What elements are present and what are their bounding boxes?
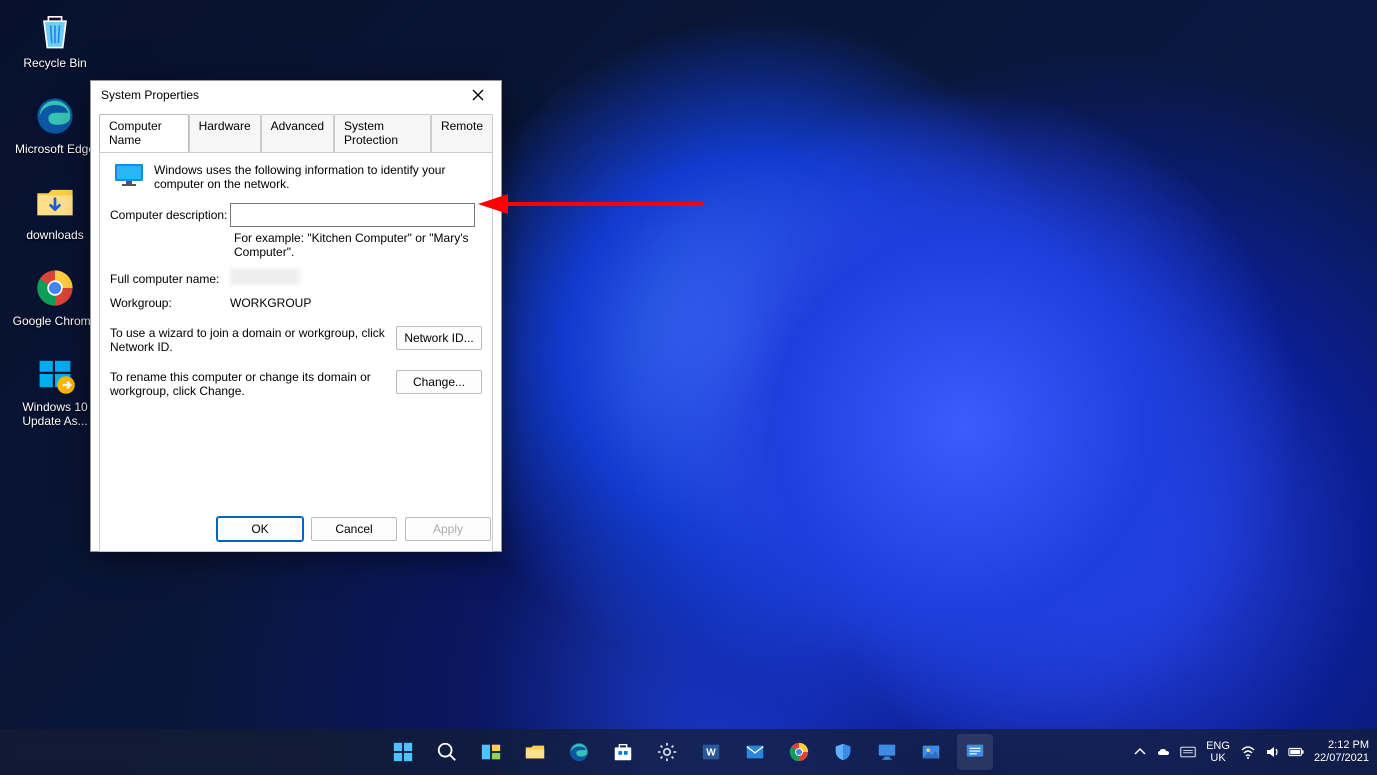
task-view-button[interactable] <box>473 734 509 770</box>
tab-page-computer-name: Windows uses the following information t… <box>99 152 493 552</box>
shield-icon <box>832 741 854 763</box>
wifi-icon <box>1240 744 1256 760</box>
svg-text:W: W <box>706 748 716 759</box>
recycle-bin-icon <box>33 8 77 52</box>
workgroup-value: WORKGROUP <box>230 296 311 310</box>
workgroup-label: Workgroup: <box>110 296 230 310</box>
monitor-icon <box>114 163 144 187</box>
close-icon <box>472 89 484 101</box>
tab-system-protection[interactable]: System Protection <box>334 114 431 152</box>
close-button[interactable] <box>461 84 495 106</box>
network-id-description: To use a wizard to join a domain or work… <box>110 326 386 354</box>
desktop-icon-label: Recycle Bin <box>23 56 86 70</box>
desktop-icon-edge[interactable]: Microsoft Edge <box>10 94 100 156</box>
store-icon <box>612 741 634 763</box>
dialog-title: System Properties <box>101 88 461 102</box>
word-button[interactable]: W <box>693 734 729 770</box>
desktop-icon-label: Google Chrome <box>13 314 98 328</box>
tab-bar: Computer Name Hardware Advanced System P… <box>91 109 501 152</box>
search-button[interactable] <box>429 734 465 770</box>
edge-icon <box>33 94 77 138</box>
chrome-icon <box>788 741 810 763</box>
network-id-button[interactable]: Network ID... <box>396 326 482 350</box>
chevron-up-icon <box>1132 744 1148 760</box>
taskbar-right: ENG UK 2:12 PM 22/07/2021 <box>1132 739 1369 765</box>
system-properties-dialog: System Properties Computer Name Hardware… <box>90 80 502 552</box>
system-icon <box>964 741 986 763</box>
description-example: For example: "Kitchen Computer" or "Mary… <box>234 231 469 259</box>
file-explorer-button[interactable] <box>517 734 553 770</box>
taskbar: W <box>0 729 1377 775</box>
gear-icon <box>656 741 678 763</box>
lang-region: UK <box>1206 752 1230 764</box>
photos-icon <box>920 741 942 763</box>
dialog-titlebar[interactable]: System Properties <box>91 81 501 109</box>
lang-code: ENG <box>1206 740 1230 752</box>
dialog-buttons: OK Cancel Apply <box>217 517 491 541</box>
edge-icon <box>568 741 590 763</box>
folder-icon <box>33 180 77 224</box>
chrome-icon <box>33 266 77 310</box>
date: 22/07/2021 <box>1314 752 1369 765</box>
desktop-icon-chrome[interactable]: Google Chrome <box>10 266 100 328</box>
desktop-icon-label: Windows 10 Update As... <box>10 400 100 428</box>
clock[interactable]: 2:12 PM 22/07/2021 <box>1314 739 1369 765</box>
windows-icon <box>392 741 414 763</box>
info-text: Windows uses the following information t… <box>154 163 482 191</box>
active-app-button[interactable] <box>957 734 993 770</box>
desktop-icon-label: downloads <box>26 228 83 242</box>
windows-update-icon <box>33 352 77 396</box>
apply-button[interactable]: Apply <box>405 517 491 541</box>
desktop-icon-win10-update[interactable]: Windows 10 Update As... <box>10 352 100 428</box>
start-button[interactable] <box>385 734 421 770</box>
full-computer-name-label: Full computer name: <box>110 272 230 286</box>
mail-icon <box>744 741 766 763</box>
taskbar-center: W <box>385 734 993 770</box>
time: 2:12 PM <box>1314 739 1369 752</box>
volume-icon <box>1264 744 1280 760</box>
computer-description-label: Computer description: <box>110 208 230 222</box>
full-computer-name-value <box>230 269 300 288</box>
search-icon <box>436 741 458 763</box>
mail-button[interactable] <box>737 734 773 770</box>
chrome-taskbar-button[interactable] <box>781 734 817 770</box>
task-view-icon <box>480 741 502 763</box>
monitor-icon <box>876 741 898 763</box>
system-tray[interactable] <box>1132 744 1196 760</box>
cancel-button[interactable]: Cancel <box>311 517 397 541</box>
tab-advanced[interactable]: Advanced <box>261 114 334 152</box>
security-button[interactable] <box>825 734 861 770</box>
edge-taskbar-button[interactable] <box>561 734 597 770</box>
battery-icon <box>1288 744 1304 760</box>
desktop[interactable]: Recycle Bin Microsoft Edge downloads Goo… <box>0 0 1377 775</box>
computer-description-input[interactable] <box>230 203 475 227</box>
word-icon: W <box>700 741 722 763</box>
tab-computer-name[interactable]: Computer Name <box>99 114 189 152</box>
tab-remote[interactable]: Remote <box>431 114 493 152</box>
annotation-arrow <box>478 190 708 218</box>
settings-button[interactable] <box>649 734 685 770</box>
ok-button[interactable]: OK <box>217 517 303 541</box>
remote-desktop-button[interactable] <box>869 734 905 770</box>
desktop-icon-recycle-bin[interactable]: Recycle Bin <box>10 8 100 70</box>
desktop-icon-label: Microsoft Edge <box>15 142 95 156</box>
change-description: To rename this computer or change its do… <box>110 370 386 398</box>
desktop-icon-downloads[interactable]: downloads <box>10 180 100 242</box>
keyboard-icon <box>1180 744 1196 760</box>
network-sound-battery[interactable] <box>1240 744 1304 760</box>
onedrive-icon <box>1156 744 1172 760</box>
tab-hardware[interactable]: Hardware <box>189 114 261 152</box>
store-button[interactable] <box>605 734 641 770</box>
photos-button[interactable] <box>913 734 949 770</box>
folder-icon <box>524 741 546 763</box>
language-indicator[interactable]: ENG UK <box>1206 740 1230 764</box>
change-button[interactable]: Change... <box>396 370 482 394</box>
